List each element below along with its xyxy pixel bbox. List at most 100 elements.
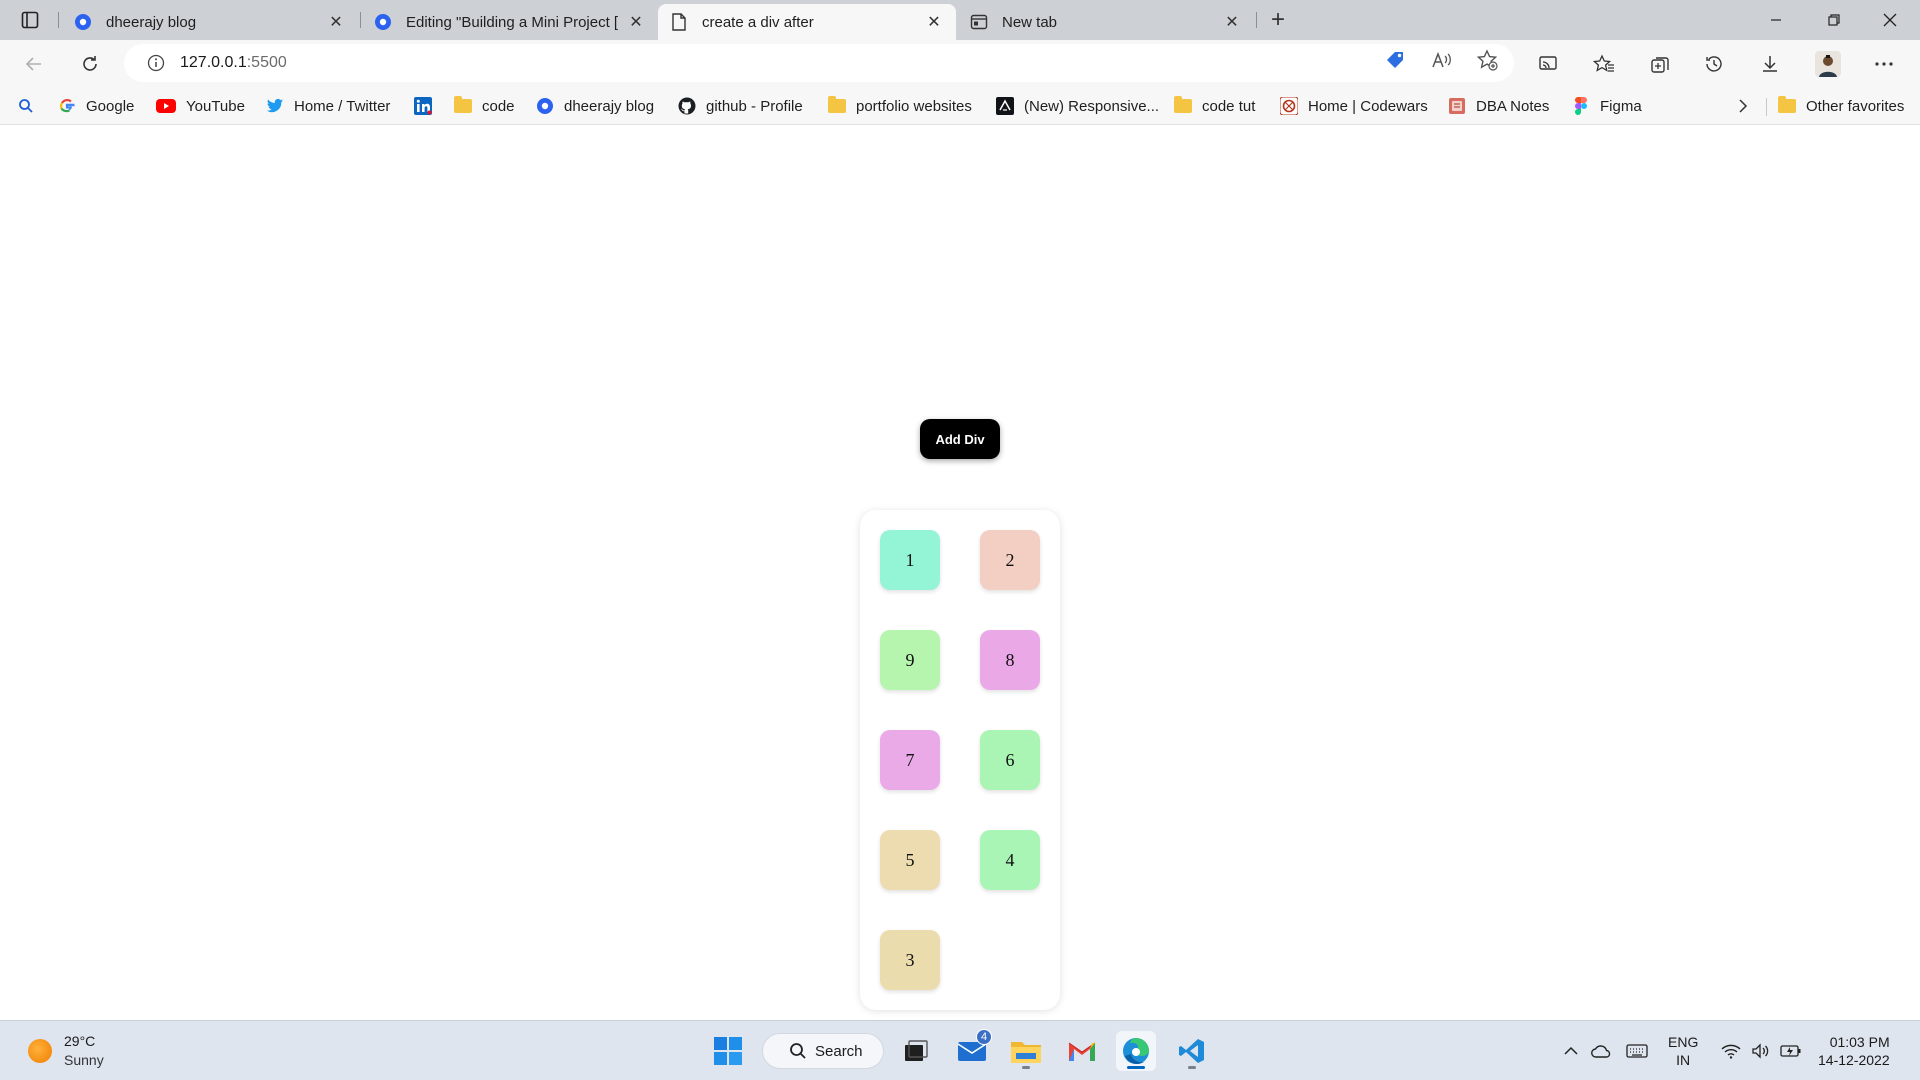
tab-strip: dheerajy blog ✕ Editing "Building a Mini… (0, 0, 1920, 40)
favorites-star-icon (1593, 54, 1614, 72)
weather-condition: Sunny (64, 1052, 104, 1068)
close-tab-icon[interactable]: ✕ (326, 12, 346, 32)
fav-dheerajy-blog[interactable]: dheerajy blog (536, 94, 654, 118)
history-button[interactable] (1696, 48, 1732, 80)
taskbar-mail[interactable]: 4 (952, 1029, 992, 1071)
grid-box: 8 (980, 630, 1040, 690)
twitter-icon (266, 97, 284, 115)
cast-button[interactable] (1530, 48, 1566, 80)
new-tab-button[interactable]: + (1262, 6, 1294, 34)
fav-google[interactable]: Google (58, 94, 134, 118)
refresh-button[interactable] (72, 48, 108, 80)
more-favorites-button[interactable] (1736, 94, 1750, 118)
tab-editing[interactable]: Editing "Building a Mini Project [ ✕ (362, 4, 658, 40)
tab-actions-icon (21, 11, 39, 29)
volume-tray[interactable] (1748, 1039, 1774, 1063)
show-hidden-icons-button[interactable] (1558, 1039, 1584, 1063)
restore-button[interactable] (1806, 0, 1862, 40)
tab-title: Editing "Building a Mini Project [ (406, 13, 619, 31)
clock[interactable]: 01:03 PM 14-12-2022 (1818, 1033, 1890, 1069)
close-window-button[interactable] (1862, 0, 1918, 40)
fav-figma[interactable]: Figma (1572, 94, 1642, 118)
grid-box: 5 (880, 830, 940, 890)
folder-icon (454, 96, 472, 115)
shopping-tag-icon[interactable] (1382, 49, 1408, 71)
language-code: ENG (1668, 1034, 1699, 1050)
fav-other-favorites[interactable]: Other favorites (1778, 94, 1904, 118)
download-icon (1763, 56, 1777, 72)
profile-button[interactable] (1810, 48, 1846, 80)
github-icon (678, 97, 696, 115)
collections-icon (1651, 57, 1669, 73)
fav-label: YouTube (186, 97, 245, 115)
fav-folder-portfolio-websites[interactable]: portfolio websites (828, 94, 972, 118)
fav-linkedin[interactable] (414, 94, 442, 118)
sun-icon (28, 1039, 52, 1063)
language-indicator[interactable]: ENG IN (1668, 1033, 1698, 1069)
site-info-icon[interactable] (146, 53, 166, 73)
tab-new-tab[interactable]: New tab ✕ (958, 4, 1254, 40)
cloud-icon (1591, 1045, 1611, 1058)
tab-create-a-div-after[interactable]: create a div after ✕ (658, 4, 956, 40)
add-div-button[interactable]: Add Div (920, 419, 1000, 459)
taskbar-gmail[interactable] (1062, 1031, 1102, 1071)
collections-button[interactable] (1642, 48, 1678, 80)
task-view-button[interactable] (896, 1031, 936, 1071)
youtube-icon (156, 97, 176, 115)
fav-folder-code[interactable]: code (454, 94, 515, 118)
figma-icon (1572, 97, 1590, 115)
tab-dheerajy-blog[interactable]: dheerajy blog ✕ (62, 4, 358, 40)
start-button[interactable] (708, 1031, 748, 1071)
fav-dba-notes[interactable]: DBA Notes (1448, 94, 1549, 118)
fav-home-twitter[interactable]: Home / Twitter (266, 94, 390, 118)
taskbar-file-explorer[interactable] (1006, 1031, 1046, 1071)
address-bar[interactable]: 127.0.0.1:5500 (124, 44, 1514, 82)
hashnode-icon (536, 97, 554, 115)
tab-title: dheerajy blog (106, 13, 197, 31)
onedrive-tray[interactable] (1588, 1039, 1614, 1063)
close-tab-icon[interactable]: ✕ (1222, 12, 1242, 32)
close-icon (1883, 13, 1897, 27)
taskbar-search[interactable]: Search (762, 1033, 884, 1069)
folder-icon (1174, 96, 1192, 115)
add-favorite-icon[interactable] (1474, 49, 1500, 71)
fav-github-profile[interactable]: github - Profile (678, 94, 803, 118)
settings-more-button[interactable] (1866, 48, 1902, 80)
browser-toolbar: 127.0.0.1:5500 (0, 40, 1920, 88)
taskbar-edge[interactable] (1116, 1031, 1156, 1071)
grid-box: 9 (880, 630, 940, 690)
fav-label: dheerajy blog (564, 97, 655, 115)
grid-box: 1 (880, 530, 940, 590)
taskbar-vscode[interactable] (1172, 1031, 1212, 1071)
minimize-button[interactable] (1748, 0, 1804, 40)
wifi-tray[interactable] (1718, 1039, 1744, 1063)
linkedin-icon (414, 97, 432, 115)
fav-new-responsive[interactable]: (New) Responsive... (996, 94, 1159, 118)
clock-date: 14-12-2022 (1818, 1052, 1890, 1068)
favorites-button[interactable] (1586, 48, 1622, 80)
div-grid-container: 1 2 9 8 7 6 5 4 3 (860, 510, 1060, 1010)
read-aloud-icon[interactable] (1428, 49, 1454, 71)
wifi-icon (1721, 1044, 1741, 1059)
downloads-button[interactable] (1752, 48, 1788, 80)
back-button[interactable] (16, 48, 52, 80)
battery-tray[interactable] (1778, 1039, 1804, 1063)
clock-time: 01:03 PM (1829, 1034, 1890, 1050)
close-tab-icon[interactable]: ✕ (924, 12, 944, 32)
fav-youtube[interactable]: YouTube (156, 94, 245, 118)
fav-folder-code-tut[interactable]: code tut (1174, 94, 1255, 118)
fav-label: DBA Notes (1476, 97, 1550, 115)
codewars-icon (1280, 97, 1298, 115)
gmail-icon (1068, 1042, 1096, 1061)
tab-actions-button[interactable] (14, 8, 46, 32)
vercel-dark-icon (996, 97, 1014, 115)
touch-keyboard-tray[interactable] (1624, 1039, 1650, 1063)
favorites-search-button[interactable] (18, 94, 34, 118)
google-icon (58, 97, 76, 115)
weather-widget[interactable]: 29°C Sunny (0, 1021, 130, 1080)
close-tab-icon[interactable]: ✕ (626, 12, 646, 32)
history-icon (1706, 56, 1722, 72)
keyboard-icon (1626, 1044, 1648, 1058)
fav-home-codewars[interactable]: Home | Codewars (1280, 94, 1428, 118)
grid-box: 4 (980, 830, 1040, 890)
